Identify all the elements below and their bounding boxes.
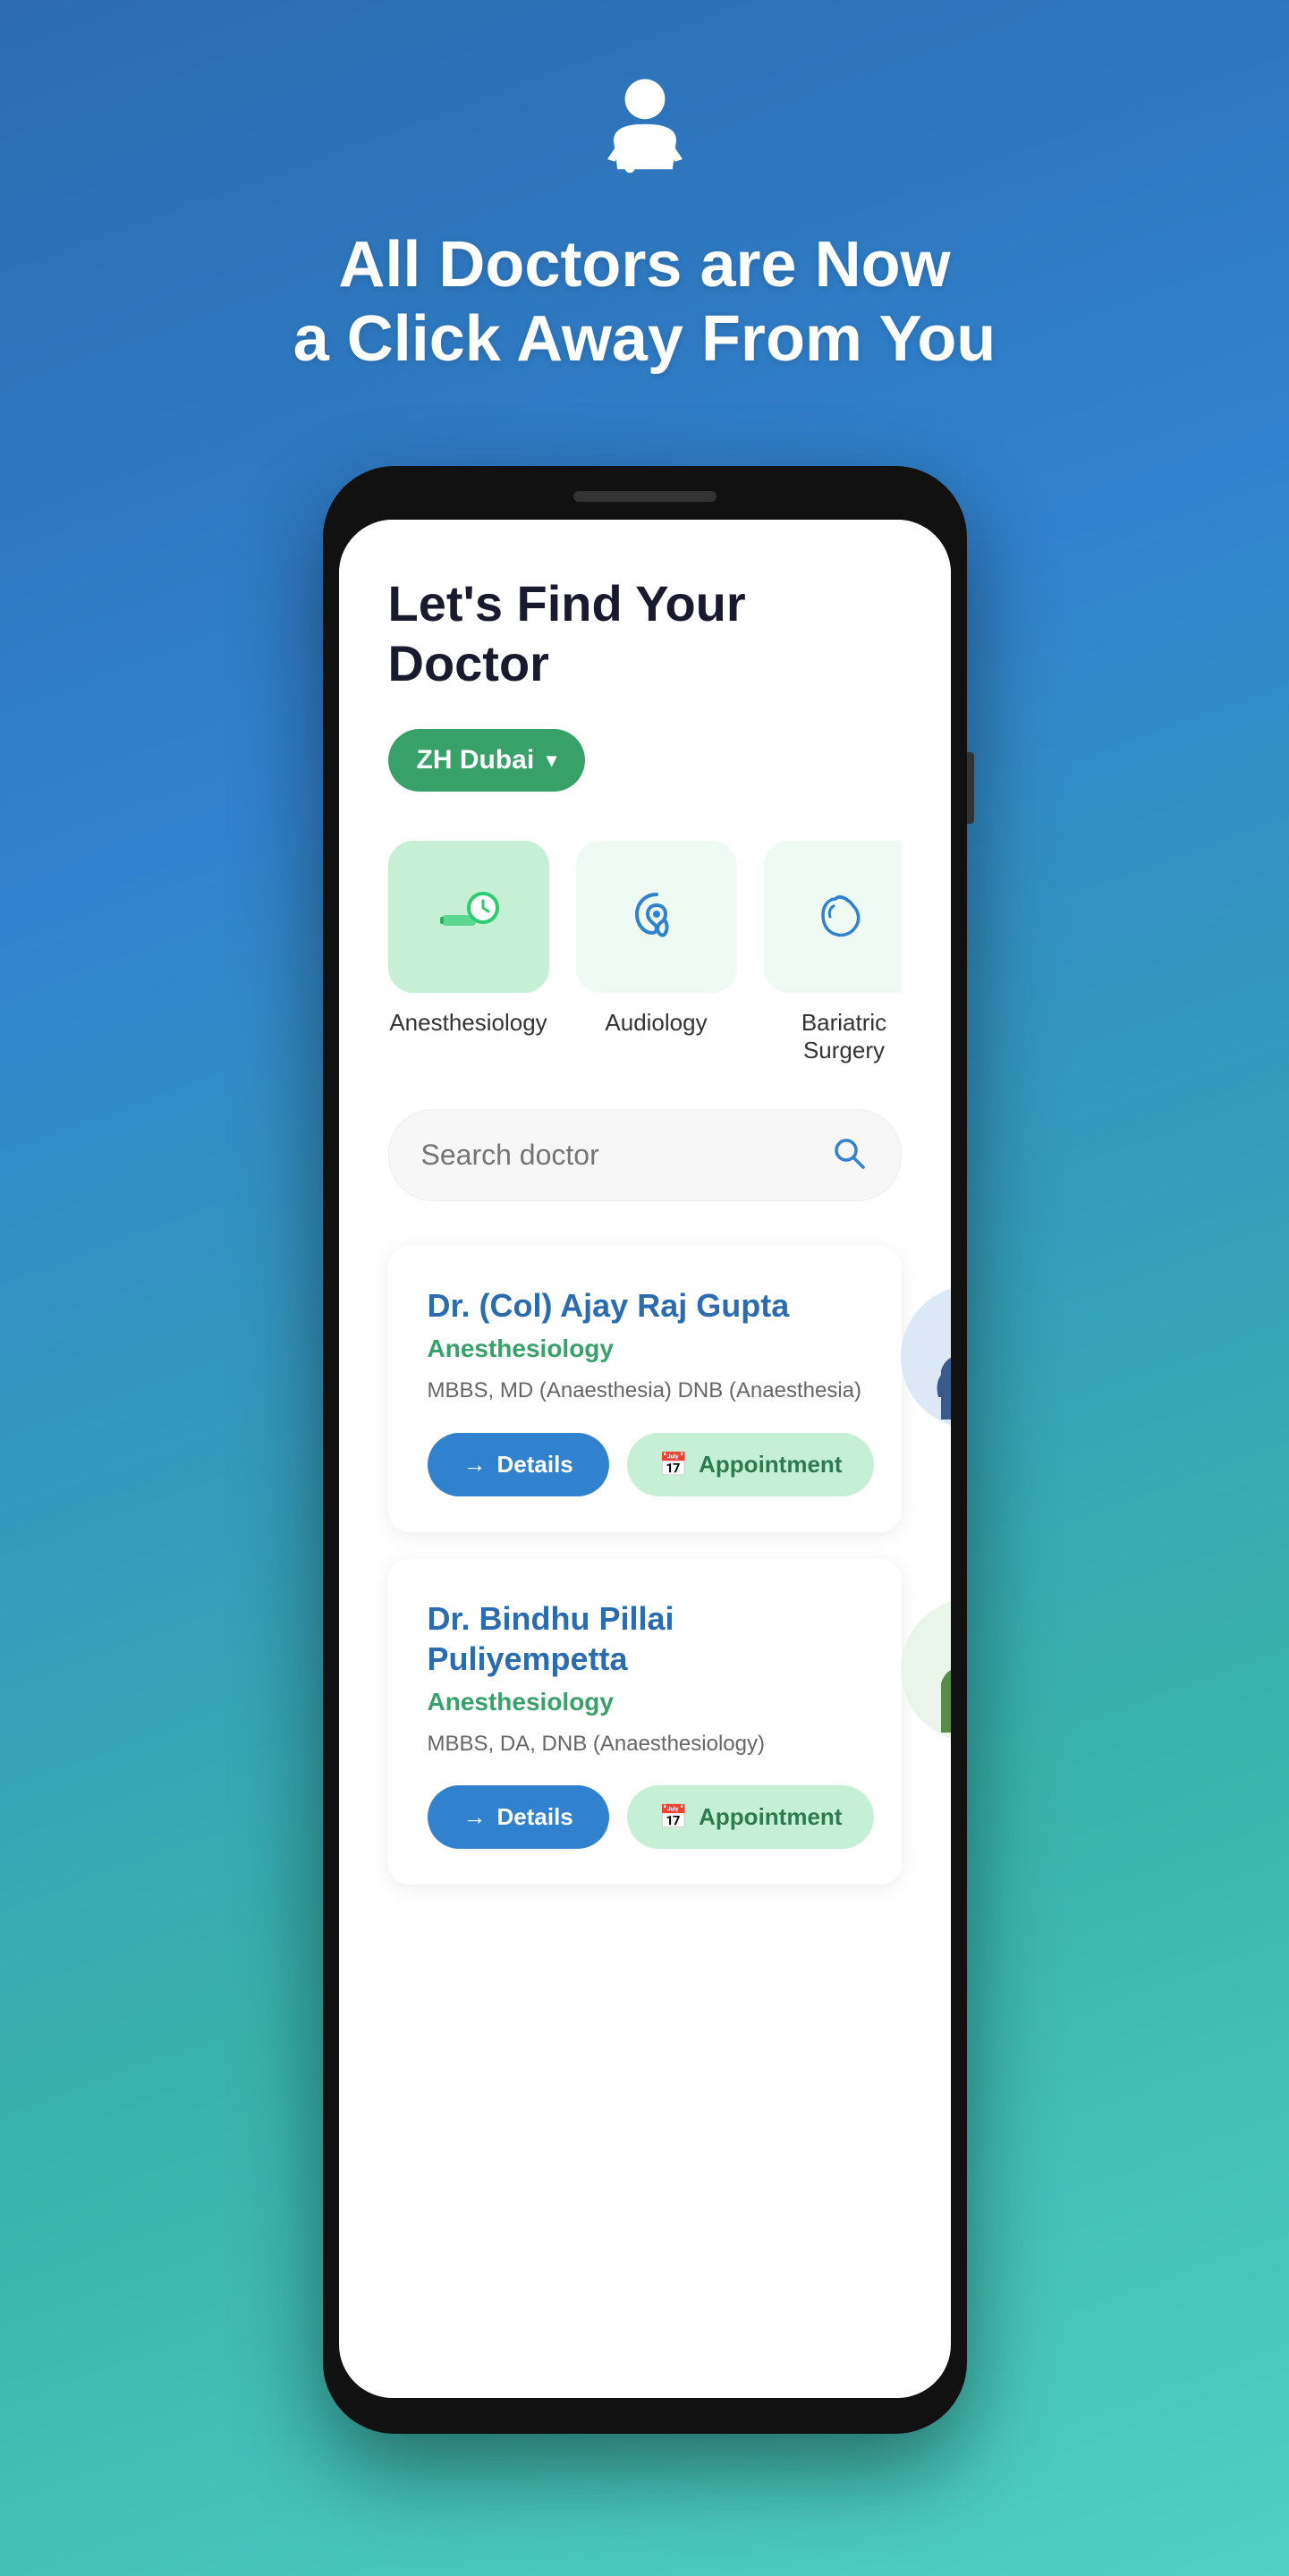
calendar-icon-bindhu: 📅	[659, 1803, 688, 1831]
specialty-name-bariatric: Bariatric Surgery	[764, 1009, 902, 1064]
specialty-audiology[interactable]: Audiology	[576, 841, 737, 1064]
chevron-down-icon: ▾	[547, 749, 556, 772]
phone-frame: Let's Find Your Doctor ZH Dubai ▾	[323, 466, 967, 2434]
doctor-info-bindhu: Dr. Bindhu Pillai Puliyempetta Anesthesi…	[428, 1598, 875, 1850]
doctor-actions-bindhu: → Details 📅 Appointment	[428, 1785, 875, 1849]
specialty-anesthesiology[interactable]: Anesthesiology	[388, 841, 549, 1064]
phone-notch	[573, 491, 717, 502]
specialties-section: Anesthesiology Audiology	[388, 841, 902, 1064]
doctor-avatar-ajay	[901, 1285, 950, 1428]
doctor-avatar-bindhu	[901, 1598, 950, 1741]
doctor-name-bindhu: Dr. Bindhu Pillai Puliyempetta	[428, 1598, 875, 1679]
location-label: ZH Dubai	[417, 745, 535, 775]
appointment-button-ajay[interactable]: 📅 Appointment	[627, 1433, 875, 1496]
doctor-credentials-ajay: MBBS, MD (Anaesthesia) DNB (Anaesthesia)	[428, 1376, 875, 1406]
specialty-name-audiology: Audiology	[605, 1009, 707, 1037]
doctor-info-ajay: Dr. (Col) Ajay Raj Gupta Anesthesiology …	[428, 1285, 875, 1496]
specialty-bariatric[interactable]: Bariatric Surgery	[764, 841, 902, 1064]
details-button-bindhu[interactable]: → Details	[428, 1785, 609, 1849]
doctor-card-ajay: Dr. (Col) Ajay Raj Gupta Anesthesiology …	[388, 1246, 902, 1532]
specialties-row: Anesthesiology Audiology	[388, 841, 902, 1064]
doctor-specialty-ajay: Anesthesiology	[428, 1335, 875, 1363]
phone-screen: Let's Find Your Doctor ZH Dubai ▾	[339, 520, 951, 2398]
arrow-right-icon-bindhu: →	[463, 1803, 487, 1831]
arrow-right-icon: →	[463, 1451, 487, 1479]
search-bar[interactable]	[388, 1109, 902, 1201]
app-content: Let's Find Your Doctor ZH Dubai ▾	[339, 520, 951, 1948]
location-selector[interactable]: ZH Dubai ▾	[388, 729, 586, 792]
specialty-icon-box-audiology	[576, 841, 737, 993]
search-icon	[829, 1133, 869, 1177]
appointment-button-bindhu[interactable]: 📅 Appointment	[627, 1785, 875, 1849]
specialty-icon-box-anesthesiology	[388, 841, 549, 993]
phone-side-button	[967, 752, 974, 824]
hero-doctor-icon	[582, 72, 708, 201]
specialty-icon-box-bariatric	[764, 841, 902, 993]
details-button-ajay[interactable]: → Details	[428, 1433, 609, 1496]
find-doctor-title: Let's Find Your Doctor	[388, 573, 902, 693]
search-input[interactable]	[421, 1139, 811, 1172]
hero-title: All Doctors are Now a Click Away From Yo…	[293, 228, 996, 377]
specialty-name-anesthesiology: Anesthesiology	[389, 1009, 547, 1037]
doctor-specialty-bindhu: Anesthesiology	[428, 1688, 875, 1716]
doctor-credentials-bindhu: MBBS, DA, DNB (Anaesthesiology)	[428, 1729, 875, 1759]
doctor-actions-ajay: → Details 📅 Appointment	[428, 1433, 875, 1496]
calendar-icon-ajay: 📅	[659, 1451, 688, 1479]
doctor-name-ajay: Dr. (Col) Ajay Raj Gupta	[428, 1285, 875, 1326]
doctor-card-bindhu: Dr. Bindhu Pillai Puliyempetta Anesthesi…	[388, 1559, 902, 1885]
hero-section: All Doctors are Now a Click Away From Yo…	[0, 0, 1289, 430]
